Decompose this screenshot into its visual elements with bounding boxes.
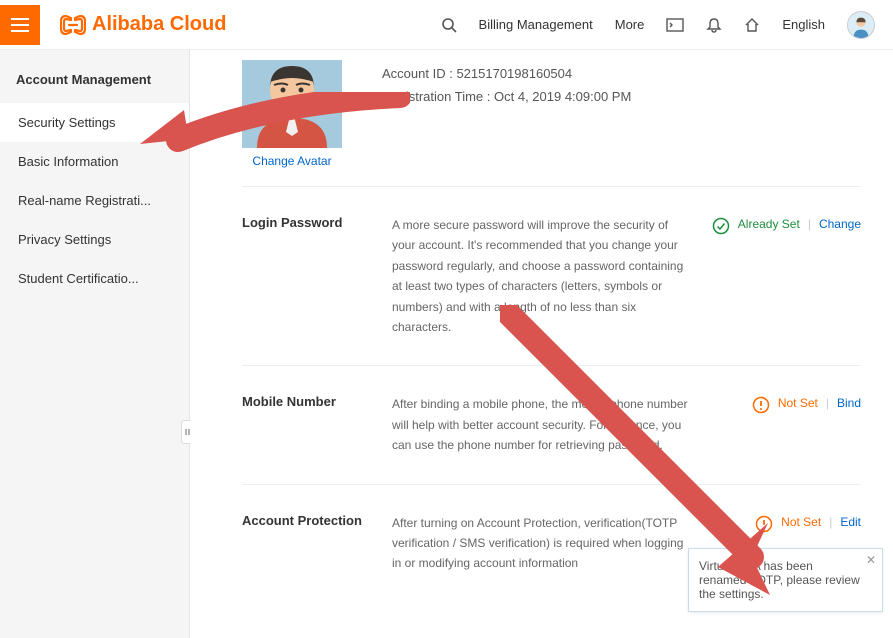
mobile-number-section: Mobile Number After binding a mobile pho…: [242, 366, 861, 484]
password-status-text: Already Set: [738, 217, 800, 231]
close-icon[interactable]: ✕: [866, 553, 876, 567]
separator: |: [829, 515, 832, 529]
bell-icon[interactable]: [706, 17, 722, 33]
account-protection-desc: After turning on Account Protection, ver…: [392, 513, 692, 574]
top-header: Alibaba Cloud Billing Management More En…: [0, 0, 893, 50]
account-id-row: Account ID : 5215170198160504: [382, 66, 631, 81]
mobile-number-title: Mobile Number: [242, 394, 392, 455]
brand-text: Alibaba Cloud: [92, 13, 226, 36]
account-id-value: 5215170198160504: [456, 66, 572, 81]
sidebar-item-student-certification[interactable]: Student Certificatio...: [0, 259, 189, 298]
sidebar-item-security-settings[interactable]: Security Settings: [0, 103, 189, 142]
registration-time-label: Registration Time :: [382, 89, 490, 104]
more-link[interactable]: More: [615, 17, 645, 32]
billing-link[interactable]: Billing Management: [479, 17, 593, 32]
login-password-desc: A more secure password will improve the …: [392, 215, 692, 337]
change-avatar-link[interactable]: Change Avatar: [252, 154, 331, 168]
main-content: Change Avatar Account ID : 5215170198160…: [190, 50, 893, 638]
tooltip-text: Virtual MFA has been renamed TOTP, pleas…: [699, 559, 860, 601]
change-password-link[interactable]: Change: [819, 217, 861, 231]
check-circle-icon: [712, 217, 730, 235]
registration-time-row: Registration Time : Oct 4, 2019 4:09:00 …: [382, 89, 631, 104]
header-right: Billing Management More English: [441, 11, 893, 39]
account-protection-title: Account Protection: [242, 513, 392, 574]
alert-circle-icon: [755, 515, 773, 533]
profile-section: Change Avatar Account ID : 5215170198160…: [242, 50, 861, 187]
brand-logo[interactable]: Alibaba Cloud: [60, 13, 226, 36]
sidebar-item-basic-information[interactable]: Basic Information: [0, 142, 189, 181]
account-id-label: Account ID :: [382, 66, 453, 81]
registration-time-value: Oct 4, 2019 4:09:00 PM: [494, 89, 631, 104]
login-password-title: Login Password: [242, 215, 392, 337]
separator: |: [808, 217, 811, 231]
user-avatar-icon[interactable]: [847, 11, 875, 39]
sidebar: Account Management Security Settings Bas…: [0, 50, 190, 638]
separator: |: [826, 396, 829, 410]
protection-status-text: Not Set: [781, 515, 821, 529]
search-icon[interactable]: [441, 17, 457, 33]
edit-protection-link[interactable]: Edit: [840, 515, 861, 529]
mobile-number-desc: After binding a mobile phone, the mobile…: [392, 394, 692, 455]
login-password-section: Login Password A more secure password wi…: [242, 187, 861, 366]
mobile-status-text: Not Set: [778, 396, 818, 410]
sidebar-title: Account Management: [0, 50, 189, 103]
terminal-icon[interactable]: [666, 18, 684, 32]
totp-rename-tooltip: ✕ Virtual MFA has been renamed TOTP, ple…: [688, 548, 883, 612]
bind-mobile-link[interactable]: Bind: [837, 396, 861, 410]
hamburger-menu-icon[interactable]: [0, 5, 40, 45]
language-selector[interactable]: English: [782, 17, 825, 32]
sidebar-item-real-name-registration[interactable]: Real-name Registrati...: [0, 181, 189, 220]
alibaba-logo-icon: [60, 14, 86, 36]
profile-avatar-image: [242, 60, 342, 148]
sidebar-item-privacy-settings[interactable]: Privacy Settings: [0, 220, 189, 259]
home-icon[interactable]: [744, 17, 760, 33]
alert-circle-icon: [752, 396, 770, 414]
